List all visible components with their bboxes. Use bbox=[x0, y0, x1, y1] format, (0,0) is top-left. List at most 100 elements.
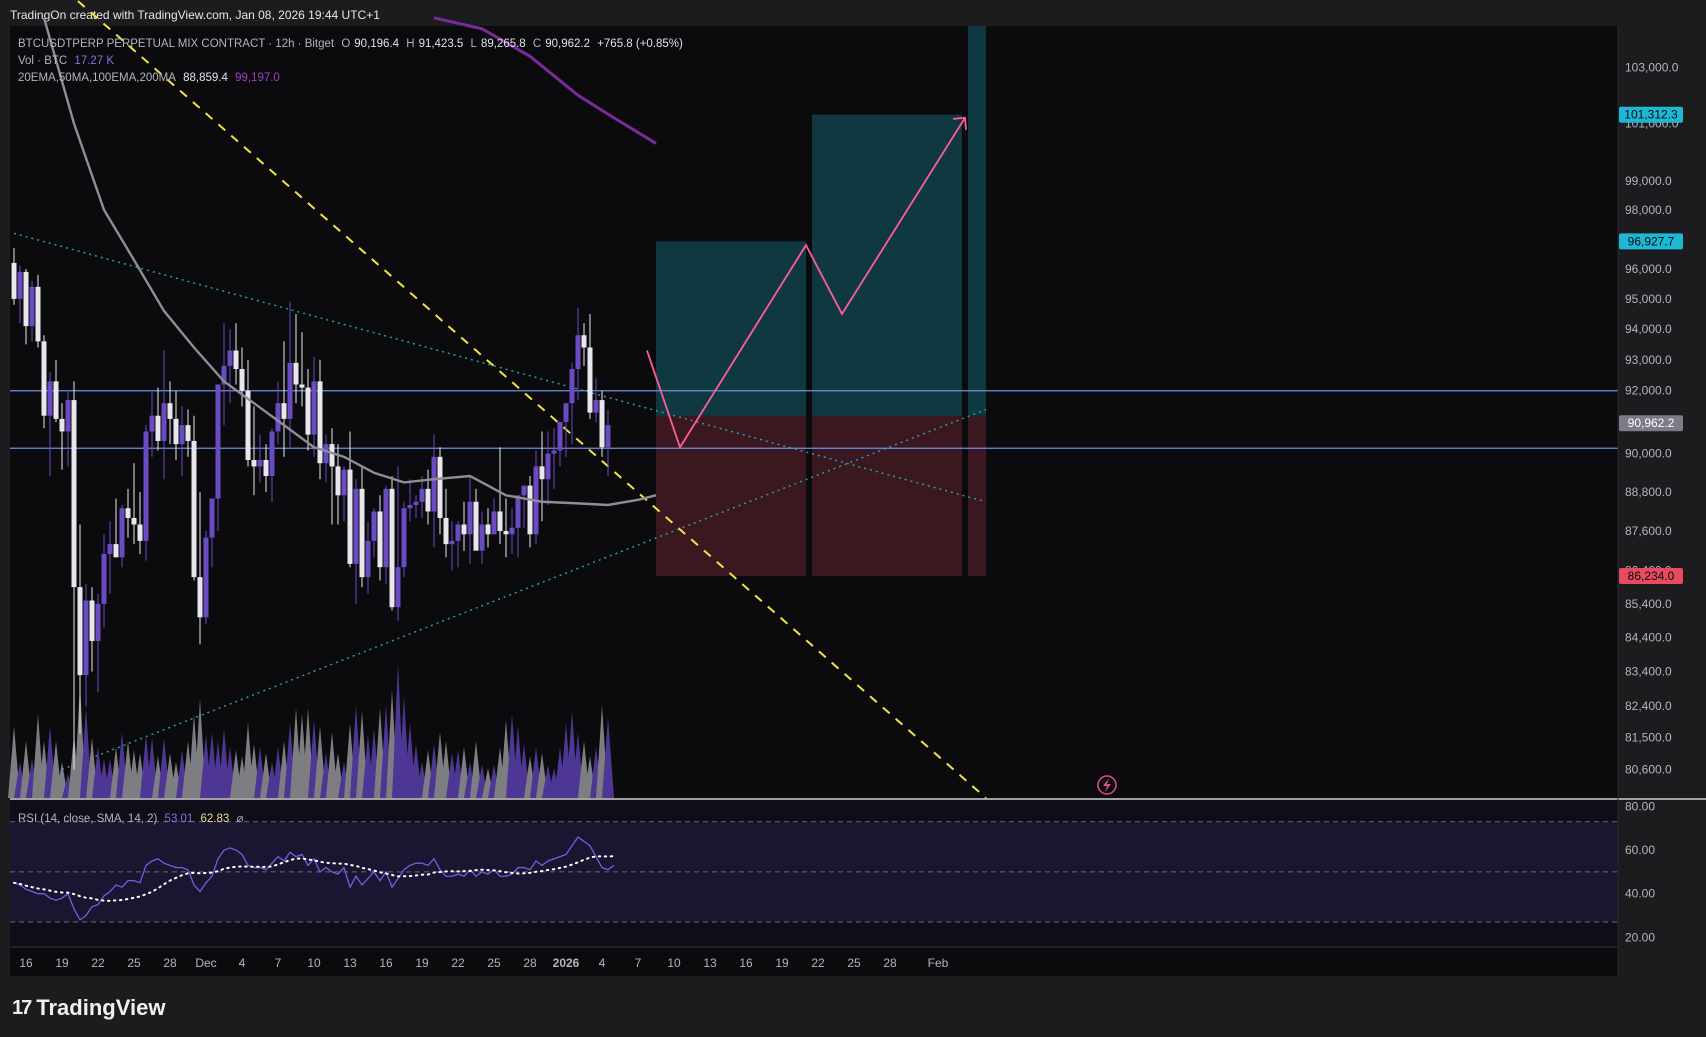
candle-body bbox=[395, 567, 401, 608]
position-stop-zone bbox=[812, 415, 962, 577]
candle-body bbox=[503, 531, 509, 535]
candle-body bbox=[515, 495, 521, 528]
time-tick-label: 19 bbox=[415, 956, 429, 970]
symbol-name[interactable]: BTCUSDTPERP PERPETUAL MIX CONTRACT · 12h… bbox=[18, 38, 334, 50]
low-value: 89,265.8 bbox=[480, 38, 526, 50]
candle-body bbox=[95, 603, 101, 641]
candle-body bbox=[251, 460, 257, 467]
price-badge-label: 101,312.3 bbox=[1624, 108, 1678, 122]
candle-body bbox=[365, 540, 371, 578]
price-tick-label: 95,000.0 bbox=[1625, 292, 1672, 306]
candle-body bbox=[431, 456, 437, 512]
time-tick-label: 10 bbox=[307, 956, 321, 970]
position-stop-zone bbox=[968, 415, 986, 577]
close-value: 90,962.2 bbox=[545, 38, 590, 50]
tradingview-logo-icon: 17 bbox=[12, 996, 32, 1019]
candle-body bbox=[233, 350, 239, 370]
candle-body bbox=[383, 488, 389, 568]
candle-body bbox=[227, 350, 233, 366]
time-tick-label: 13 bbox=[343, 956, 357, 970]
candle-body bbox=[101, 553, 107, 604]
candle-body bbox=[311, 381, 317, 435]
time-tick-label: 25 bbox=[487, 956, 501, 970]
price-tick-label: 83,400.0 bbox=[1625, 665, 1672, 679]
candle-body bbox=[377, 511, 383, 568]
candle-body bbox=[479, 524, 485, 551]
candle-body bbox=[203, 537, 209, 618]
candle-body bbox=[197, 577, 203, 618]
candle-body bbox=[287, 362, 293, 419]
time-tick-label: Dec bbox=[195, 956, 216, 970]
open-value: 90,196.4 bbox=[354, 38, 400, 50]
candle-body bbox=[419, 488, 425, 502]
candle-body bbox=[581, 335, 587, 348]
price-badge-label: 96,927.7 bbox=[1628, 234, 1675, 248]
time-tick-label: 28 bbox=[883, 956, 897, 970]
candle-body bbox=[119, 508, 125, 558]
rsi-tick-label: 80.00 bbox=[1625, 800, 1655, 814]
candle-body bbox=[449, 540, 455, 545]
price-tick-label: 87,600.0 bbox=[1625, 524, 1672, 538]
candle-body bbox=[605, 425, 611, 448]
candle-body bbox=[521, 485, 527, 496]
candle-body bbox=[215, 384, 221, 499]
candle-body bbox=[563, 403, 569, 423]
candlestick-chart[interactable]: 103,000.0101,000.099,000.098,000.096,000… bbox=[0, 0, 1706, 1037]
price-tick-label: 103,000.0 bbox=[1625, 60, 1679, 74]
candle-body bbox=[389, 488, 395, 608]
time-tick-label: 7 bbox=[635, 956, 642, 970]
tradingview-brand[interactable]: 17 TradingView bbox=[12, 995, 165, 1021]
candle-body bbox=[461, 524, 467, 535]
candle-body bbox=[599, 400, 605, 448]
candle-body bbox=[137, 524, 143, 541]
candle-body bbox=[65, 400, 71, 432]
volume-value: 17.27 K bbox=[74, 55, 115, 67]
price-tick-label: 90,000.0 bbox=[1625, 447, 1672, 461]
candle-body bbox=[371, 511, 377, 541]
candle-body bbox=[191, 440, 197, 578]
candle-body bbox=[413, 501, 419, 505]
candle-body bbox=[59, 418, 65, 432]
time-tick-label: 22 bbox=[811, 956, 825, 970]
candle-body bbox=[29, 286, 35, 327]
symbol-legend[interactable]: BTCUSDTPERP PERPETUAL MIX CONTRACT · 12h… bbox=[18, 38, 687, 50]
candle-body bbox=[77, 587, 83, 676]
candle-body bbox=[281, 403, 287, 419]
time-tick-label: 16 bbox=[19, 956, 33, 970]
candle-body bbox=[209, 498, 215, 538]
candle-body bbox=[47, 381, 53, 416]
time-tick-label: 19 bbox=[55, 956, 69, 970]
rsi-legend[interactable]: RSI (14, close, SMA, 14, 2) 53.01 62.83 … bbox=[18, 811, 247, 825]
ma-legend[interactable]: 20EMA,50MA,100EMA,200MA 88,859.4 99,197.… bbox=[18, 72, 284, 84]
time-tick-label: 13 bbox=[703, 956, 717, 970]
candle-body bbox=[83, 600, 89, 676]
candle-body bbox=[557, 422, 563, 451]
high-value: 91,423.5 bbox=[418, 38, 464, 50]
time-tick-label: 7 bbox=[275, 956, 282, 970]
price-tick-label: 85,400.0 bbox=[1625, 597, 1672, 611]
candle-body bbox=[299, 384, 305, 388]
candle-body bbox=[185, 425, 191, 441]
candle-body bbox=[335, 466, 341, 496]
price-tick-label: 88,800.0 bbox=[1625, 485, 1672, 499]
price-tick-label: 82,400.0 bbox=[1625, 699, 1672, 713]
rsi-sma-value: 62.83 bbox=[200, 813, 230, 825]
time-tick-label: 25 bbox=[127, 956, 141, 970]
candle-body bbox=[491, 511, 497, 535]
candle-body bbox=[359, 488, 365, 578]
candle-body bbox=[401, 508, 407, 568]
candle-body bbox=[11, 262, 17, 299]
rsi-tick-label: 60.00 bbox=[1625, 843, 1655, 857]
time-tick-label: 22 bbox=[451, 956, 465, 970]
candle-body bbox=[305, 387, 311, 435]
candle-body bbox=[437, 456, 443, 518]
price-badge-label: 86,234.0 bbox=[1628, 569, 1675, 583]
candle-body bbox=[107, 544, 113, 554]
candle-body bbox=[257, 460, 263, 467]
candle-body bbox=[239, 369, 245, 391]
price-badge-label: 90,962.2 bbox=[1628, 416, 1675, 430]
volume-legend[interactable]: Vol · BTC 17.27 K bbox=[18, 55, 118, 67]
ma200-value: 99,197.0 bbox=[235, 72, 280, 84]
position-target-zone bbox=[656, 241, 806, 416]
price-tick-label: 80,600.0 bbox=[1625, 762, 1672, 776]
